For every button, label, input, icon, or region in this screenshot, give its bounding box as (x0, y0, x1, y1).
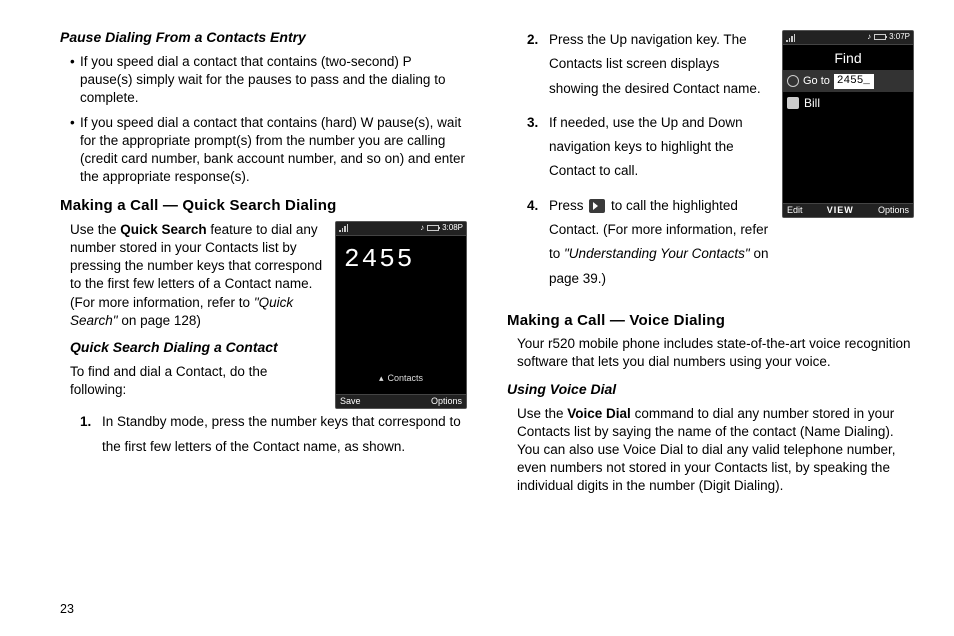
qsd-steps-continued: 2.Press the Up navigation key. The Conta… (507, 28, 772, 291)
step-item: 4. Press to call the highlighted Contact… (531, 194, 772, 291)
battery-icon (874, 34, 886, 40)
text-run: Use the (517, 406, 567, 421)
phone-screenshot-find: ♪ 3:07P Find Go to 2455_ Bill (782, 30, 914, 218)
text-bold: Voice Dial (567, 406, 631, 421)
softkey-left: Edit (787, 204, 803, 216)
signal-icon (786, 34, 795, 42)
contact-row: Bill (783, 92, 913, 114)
phone-time: 3:08P (442, 223, 463, 234)
battery-icon (427, 225, 439, 231)
softkey-right: Options (878, 204, 909, 216)
softkey-center: VIEW (827, 204, 854, 216)
phone-screenshot-dialer: ♪ 3:08P 2455 ▴ Contacts Save Options (335, 221, 467, 409)
qsd-steps: 1.In Standby mode, press the number keys… (60, 409, 467, 460)
voice-dial-paragraph: Use the Voice Dial command to dial any n… (507, 405, 914, 496)
step-item: 2.Press the Up navigation key. The Conta… (531, 28, 772, 101)
find-header: Find (783, 45, 913, 71)
heading-pause-dialing: Pause Dialing From a Contacts Entry (60, 28, 467, 47)
note-icon: ♪ (867, 32, 871, 43)
call-key-icon (589, 199, 605, 213)
heading-voice-dialing: Making a Call — Voice Dialing (507, 311, 914, 331)
text-run: on page 128) (118, 313, 201, 328)
right-column: ♪ 3:07P Find Go to 2455_ Bill (503, 28, 914, 588)
goto-label: Go to (803, 74, 830, 89)
phone-contacts-pill: ▴ Contacts (379, 372, 423, 384)
step-text: If needed, use the Up and Down navigatio… (549, 115, 743, 179)
left-column: Pause Dialing From a Contacts Entry If y… (60, 28, 471, 588)
contact-card-icon (787, 97, 799, 109)
goto-input: 2455_ (834, 74, 874, 89)
phone-statusbar: ♪ 3:08P (336, 222, 466, 236)
softkey-left: Save (340, 395, 361, 407)
qsd-intro: To find and dial a Contact, do the follo… (70, 363, 325, 399)
note-icon: ♪ (420, 223, 424, 234)
bullet-item: If you speed dial a contact that contain… (70, 114, 467, 187)
text-run: Press (549, 198, 587, 213)
pause-bullets: If you speed dial a contact that contain… (60, 53, 467, 187)
contacts-label: Contacts (388, 372, 424, 384)
qsd-paragraph: Use the Quick Search feature to dial any… (70, 221, 325, 330)
softkey-right: Options (431, 395, 462, 407)
signal-icon (339, 224, 348, 232)
step-text: Press to call the highlighted Contact. (… (549, 198, 769, 286)
up-arrow-icon: ▴ (379, 372, 384, 384)
phone-time: 3:07P (889, 32, 910, 43)
step-text: Press the Up navigation key. The Contact… (549, 32, 761, 96)
text-run: Use the (70, 222, 120, 237)
phone-statusbar: ♪ 3:07P (783, 31, 913, 45)
step-text: In Standby mode, press the number keys t… (102, 414, 461, 455)
text-bold: Quick Search (120, 222, 206, 237)
heading-qsd-contact: Quick Search Dialing a Contact (70, 338, 325, 357)
step-item: 1.In Standby mode, press the number keys… (84, 409, 467, 460)
bullet-item: If you speed dial a contact that contain… (70, 53, 467, 108)
page-number: 23 (60, 602, 74, 616)
voice-paragraph: Your r520 mobile phone includes state-of… (507, 335, 914, 371)
globe-icon (787, 75, 799, 87)
contact-name: Bill (804, 95, 820, 111)
heading-using-voice-dial: Using Voice Dial (507, 380, 914, 399)
step-item: 3.If needed, use the Up and Down navigat… (531, 111, 772, 184)
heading-quick-search-dialing: Making a Call — Quick Search Dialing (60, 196, 467, 216)
phone-entry-digits: 2455 (336, 236, 466, 283)
goto-row: Go to 2455_ (783, 71, 913, 92)
text-italic: "Understanding Your Contacts" (564, 246, 750, 261)
